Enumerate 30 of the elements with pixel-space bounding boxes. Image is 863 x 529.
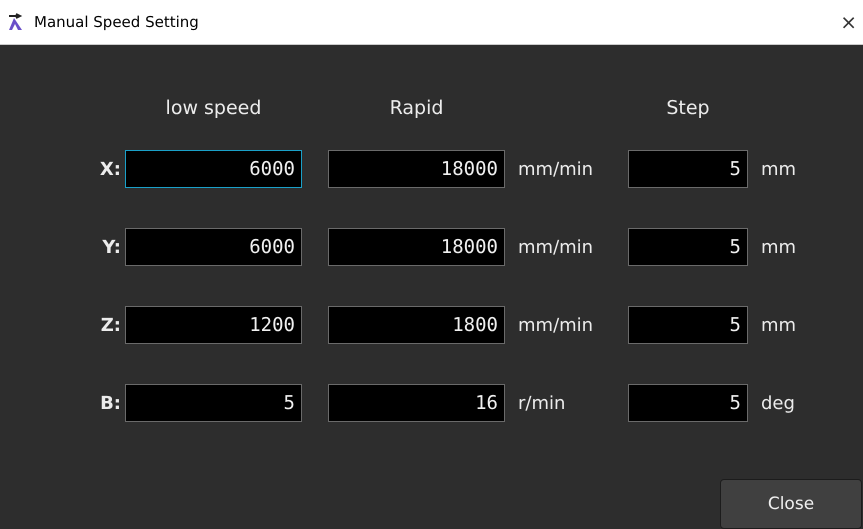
low-speed-field[interactable]: 1200 xyxy=(125,306,302,344)
axis-label: Z: xyxy=(100,314,121,336)
window-title: Manual Speed Setting xyxy=(34,13,200,31)
unit-label: mm/min xyxy=(518,314,594,336)
step-field[interactable]: 5 xyxy=(628,228,748,266)
close-button[interactable]: Close xyxy=(720,479,862,529)
low-speed-field[interactable]: 5 xyxy=(125,384,302,422)
step-field[interactable]: 5 xyxy=(628,306,748,344)
axis-label: B: xyxy=(100,392,121,414)
low-speed-field[interactable]: 6000 xyxy=(125,150,302,188)
step-field[interactable]: 5 xyxy=(628,150,748,188)
unit-label: r/min xyxy=(518,392,566,414)
unit-label: mm/min xyxy=(518,236,594,258)
rapid-field[interactable]: 16 xyxy=(328,384,505,422)
unit-label: mm xyxy=(761,158,796,180)
axis-label: X: xyxy=(100,158,121,180)
column-header: low speed xyxy=(166,97,262,119)
unit-label: mm/min xyxy=(518,158,594,180)
unit-label: mm xyxy=(761,314,796,336)
low-speed-field[interactable]: 6000 xyxy=(125,228,302,266)
step-field[interactable]: 5 xyxy=(628,384,748,422)
rapid-field[interactable]: 18000 xyxy=(328,150,505,188)
unit-label: mm xyxy=(761,236,796,258)
rapid-field[interactable]: 1800 xyxy=(328,306,505,344)
axis-label: Y: xyxy=(102,236,121,258)
rapid-field[interactable]: 18000 xyxy=(328,228,505,266)
unit-label: deg xyxy=(761,392,795,414)
column-header: Step xyxy=(666,97,710,119)
column-header: Rapid xyxy=(390,97,444,119)
close-icon[interactable]: × xyxy=(840,10,857,34)
